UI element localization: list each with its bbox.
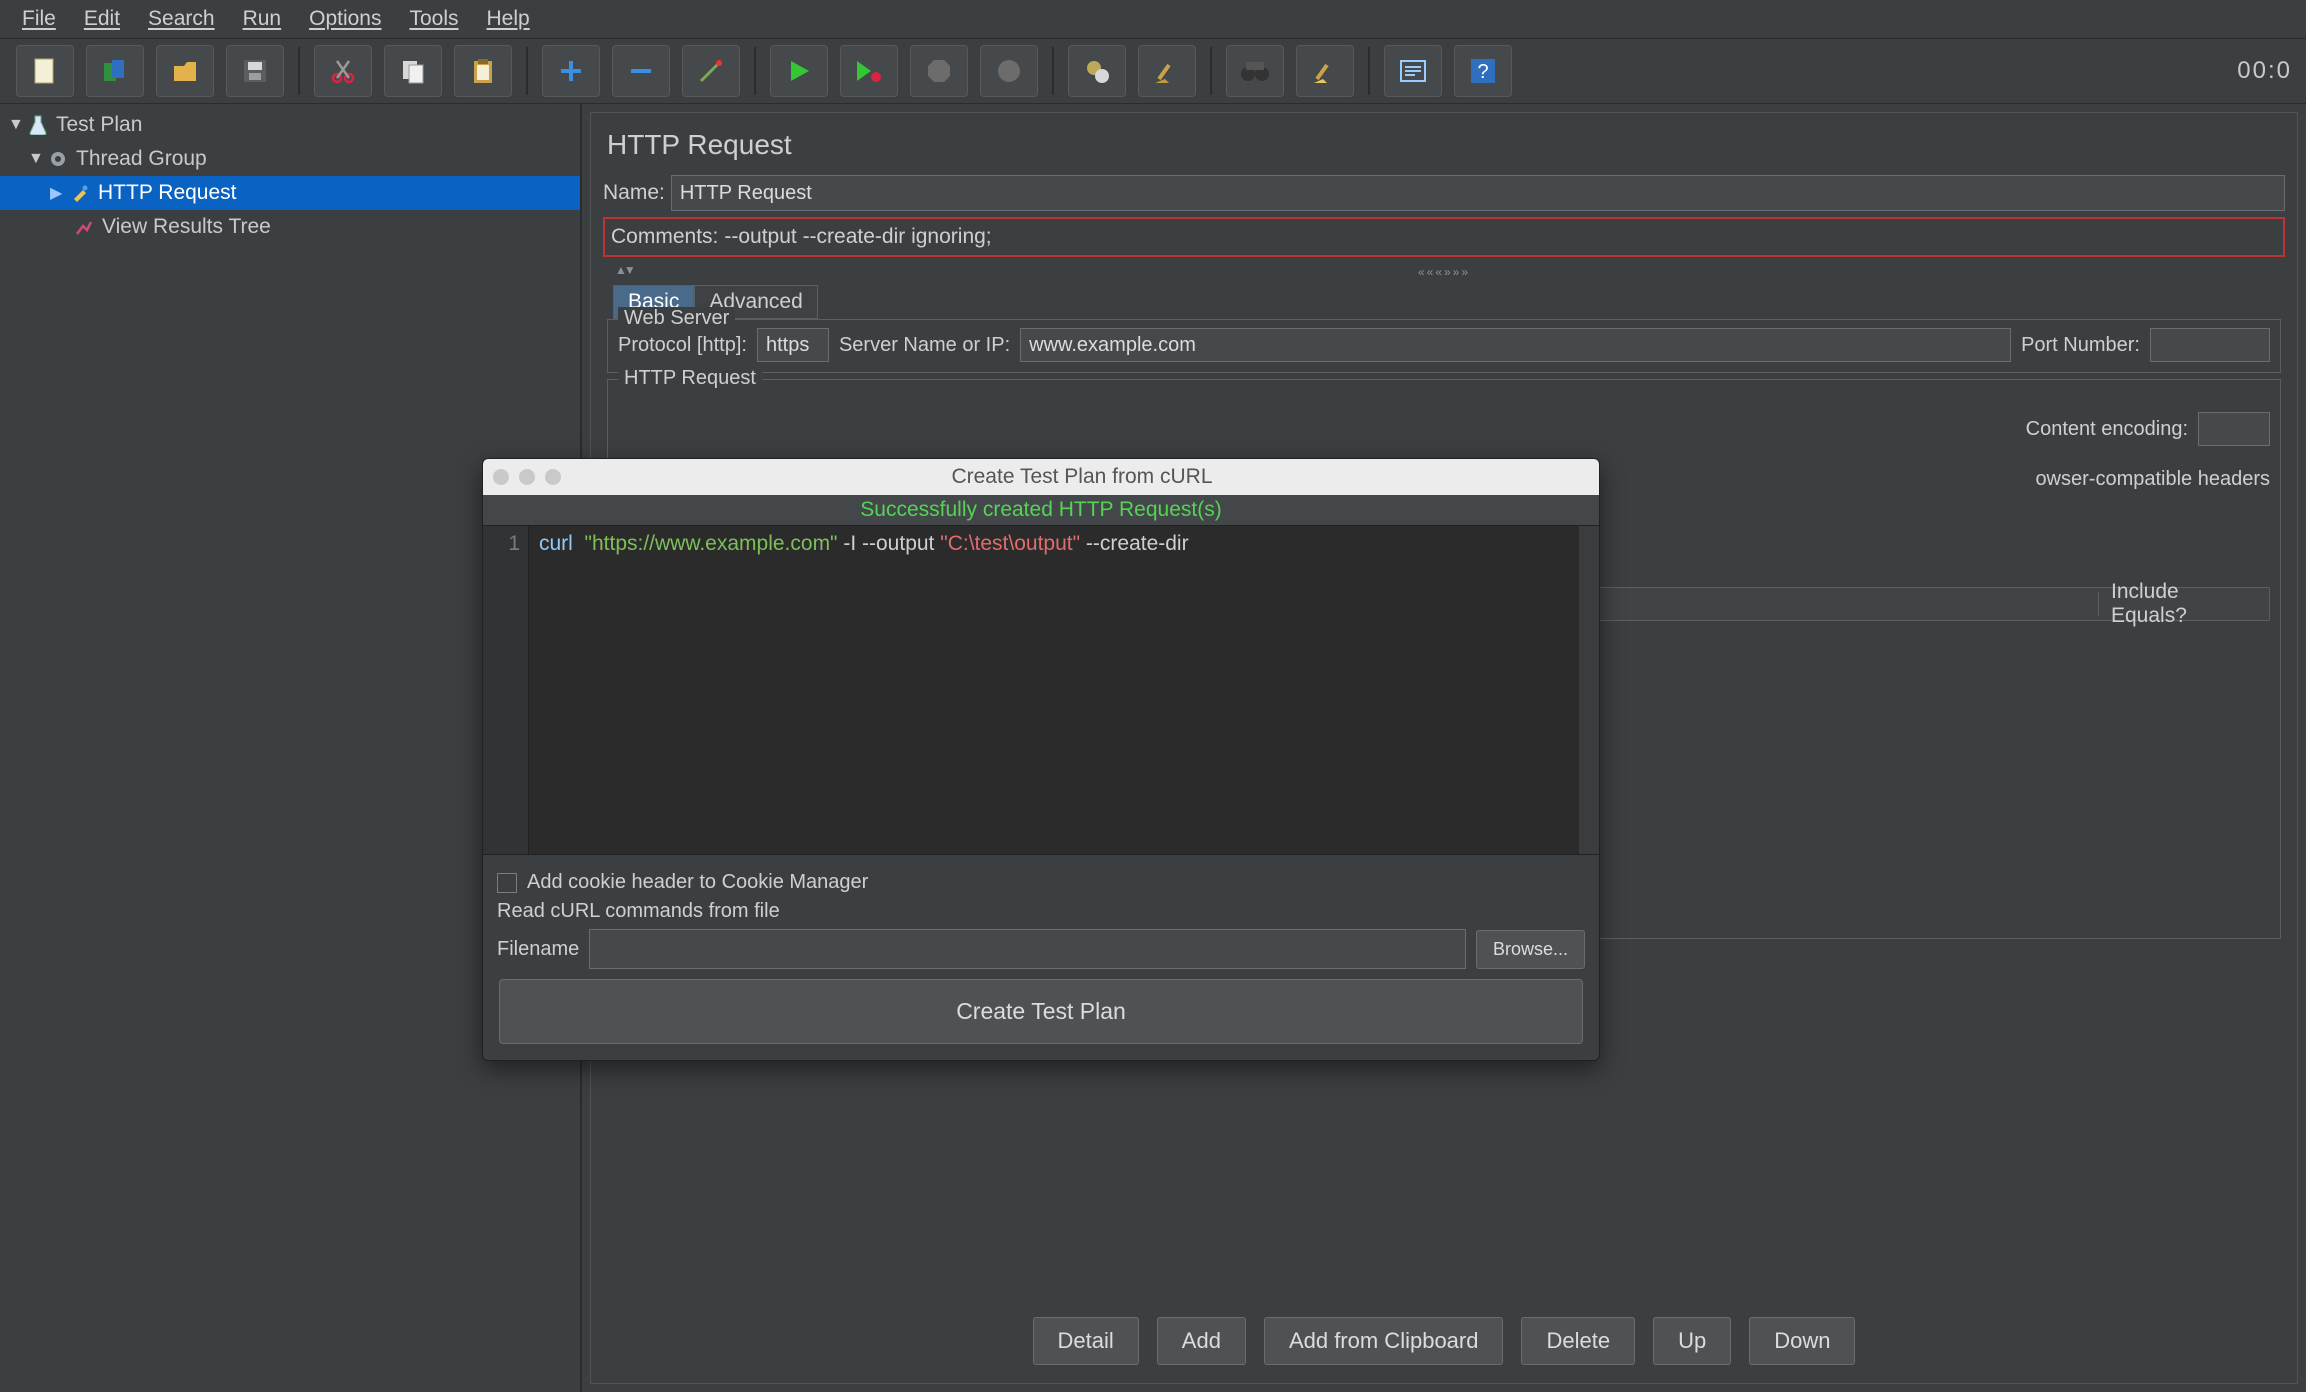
tree-test-plan[interactable]: ▼ Test Plan	[0, 108, 580, 142]
new-icon[interactable]	[16, 45, 74, 97]
cut-icon[interactable]	[314, 45, 372, 97]
open-icon[interactable]	[156, 45, 214, 97]
server-name-input[interactable]	[1020, 328, 2011, 362]
curl-code[interactable]: curl "https://www.example.com" -I --outp…	[529, 526, 1579, 854]
svg-text:?: ?	[1477, 61, 1488, 83]
content-encoding-input[interactable]	[2198, 412, 2270, 446]
tree-label: HTTP Request	[98, 181, 237, 205]
elapsed-timer: 00:0	[2237, 57, 2296, 85]
cookie-label: Add cookie header to Cookie Manager	[527, 871, 868, 894]
menu-help[interactable]: Help	[473, 3, 544, 35]
down-button[interactable]: Down	[1749, 1317, 1855, 1365]
tree-label: Test Plan	[56, 113, 142, 137]
server-label: Server Name or IP:	[839, 334, 1010, 357]
menu-options[interactable]: Options	[295, 3, 395, 35]
dialog-titlebar[interactable]: Create Test Plan from cURL	[483, 459, 1599, 495]
comments-row: Comments: --output --create-dir ignoring…	[603, 217, 2285, 257]
read-file-label: Read cURL commands from file	[497, 900, 780, 923]
editor-gutter: 1	[483, 526, 529, 854]
panel-grip-icon[interactable]: «««»»»	[603, 265, 2285, 279]
curl-import-dialog: Create Test Plan from cURL Successfully …	[482, 458, 1600, 1061]
stop-icon[interactable]	[910, 45, 968, 97]
row-action-buttons: Detail Add Add from Clipboard Delete Up …	[591, 1317, 2297, 1365]
toolbar: ? 00:0	[0, 38, 2306, 104]
tree-view-results[interactable]: View Results Tree	[0, 210, 580, 244]
gear-icon	[46, 147, 70, 171]
pipette-icon	[68, 181, 92, 205]
menu-tools[interactable]: Tools	[395, 3, 472, 35]
port-input[interactable]	[2150, 328, 2270, 362]
menu-file[interactable]: File	[8, 3, 70, 35]
name-label: Name:	[603, 181, 665, 205]
menu-search[interactable]: Search	[134, 3, 229, 35]
clean-icon[interactable]	[1296, 45, 1354, 97]
port-label: Port Number:	[2021, 334, 2140, 357]
tree-thread-group[interactable]: ▼ Thread Group	[0, 142, 580, 176]
name-input[interactable]	[671, 175, 2285, 211]
detail-button[interactable]: Detail	[1033, 1317, 1139, 1365]
run-icon[interactable]	[770, 45, 828, 97]
plus-icon[interactable]	[542, 45, 600, 97]
comments-label: Comments:	[611, 225, 718, 249]
tree-label: Thread Group	[76, 147, 207, 171]
browse-button[interactable]: Browse...	[1476, 930, 1585, 969]
shutdown-icon[interactable]	[980, 45, 1038, 97]
save-icon[interactable]	[226, 45, 284, 97]
window-close-icon[interactable]	[493, 469, 509, 485]
binoculars-icon[interactable]	[1226, 45, 1284, 97]
panel-title: HTTP Request	[607, 129, 2281, 161]
create-test-plan-button[interactable]: Create Test Plan	[499, 979, 1583, 1044]
wand-icon[interactable]	[682, 45, 740, 97]
up-button[interactable]: Up	[1653, 1317, 1731, 1365]
protocol-input[interactable]	[757, 328, 829, 362]
http-request-legend: HTTP Request	[618, 367, 762, 390]
clear-icon[interactable]	[1068, 45, 1126, 97]
minus-icon[interactable]	[612, 45, 670, 97]
toggle-log-icon[interactable]	[1384, 45, 1442, 97]
results-icon	[72, 215, 96, 239]
add-from-clipboard-button[interactable]: Add from Clipboard	[1264, 1317, 1504, 1365]
run-nopause-icon[interactable]	[840, 45, 898, 97]
flask-icon	[26, 113, 50, 137]
add-button[interactable]: Add	[1157, 1317, 1246, 1365]
request-tabs: Basic Advanced	[613, 285, 2285, 319]
window-zoom-icon[interactable]	[545, 469, 561, 485]
web-server-legend: Web Server	[618, 307, 735, 330]
paste-icon[interactable]	[454, 45, 512, 97]
curl-editor[interactable]: 1 curl "https://www.example.com" -I --ou…	[483, 525, 1599, 855]
menu-edit[interactable]: Edit	[70, 3, 134, 35]
dialog-title: Create Test Plan from cURL	[575, 465, 1589, 489]
content-encoding-label: Content encoding:	[2026, 418, 2188, 441]
menu-run[interactable]: Run	[229, 3, 296, 35]
help-icon[interactable]: ?	[1454, 45, 1512, 97]
templates-icon[interactable]	[86, 45, 144, 97]
tree-label: View Results Tree	[102, 215, 271, 239]
window-minimize-icon[interactable]	[519, 469, 535, 485]
browser-headers-text: owser-compatible headers	[2035, 468, 2270, 491]
filename-input[interactable]	[589, 929, 1466, 969]
sweep-icon[interactable]	[1138, 45, 1196, 97]
menubar: File Edit Search Run Options Tools Help	[0, 0, 2306, 38]
comments-value[interactable]: --output --create-dir ignoring;	[724, 225, 991, 249]
copy-icon[interactable]	[384, 45, 442, 97]
delete-button[interactable]: Delete	[1521, 1317, 1635, 1365]
th-include-equals[interactable]: Include Equals?	[2099, 580, 2269, 628]
editor-scrollbar[interactable]	[1579, 526, 1599, 854]
success-message: Successfully created HTTP Request(s)	[483, 495, 1599, 525]
protocol-label: Protocol [http]:	[618, 334, 747, 357]
tree-http-request[interactable]: ▶ HTTP Request	[0, 176, 580, 210]
filename-label: Filename	[497, 938, 579, 961]
cookie-checkbox[interactable]	[497, 873, 517, 893]
web-server-fieldset: Web Server Protocol [http]: Server Name …	[607, 319, 2281, 373]
